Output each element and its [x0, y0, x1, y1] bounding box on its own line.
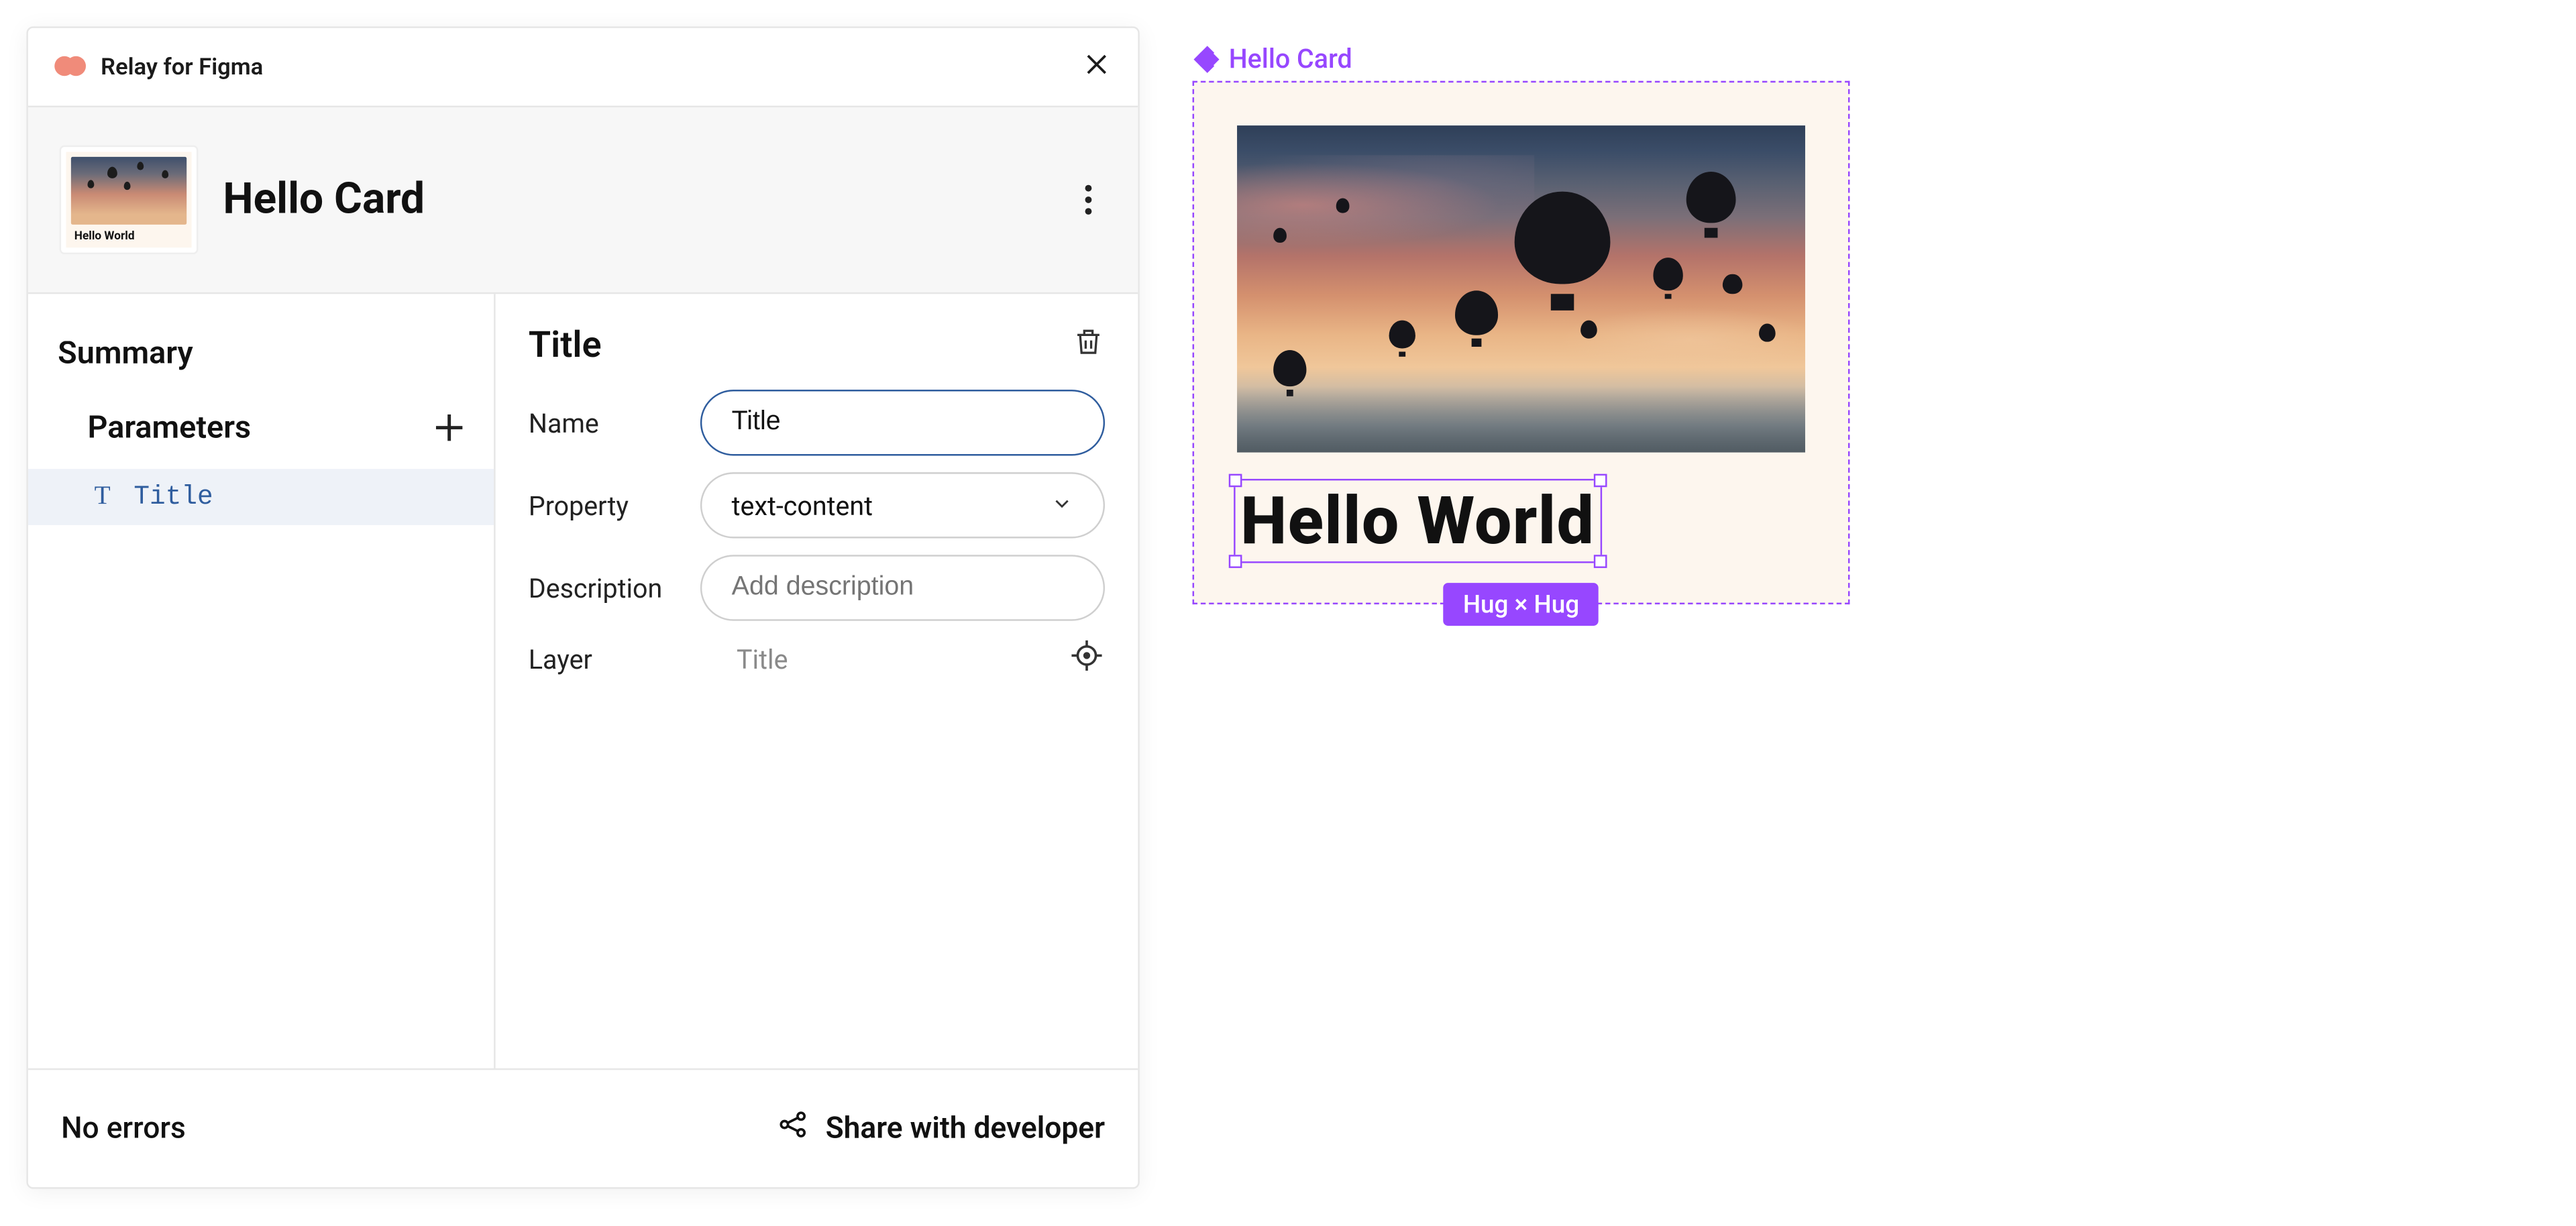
- property-label: Property: [529, 490, 681, 521]
- property-value: text-content: [732, 490, 873, 521]
- description-label: Description: [529, 572, 681, 604]
- description-input[interactable]: [700, 555, 1105, 620]
- chevron-down-icon: [1051, 490, 1073, 521]
- card-title-text: Hello World: [1237, 482, 1598, 560]
- frame-label[interactable]: Hello Card: [1193, 43, 1850, 74]
- relay-logo-icon: [54, 55, 87, 78]
- text-parameter-icon: T: [91, 482, 113, 512]
- component-header: Hello World Hello Card: [28, 107, 1138, 294]
- share-with-developer-button[interactable]: Share with developer: [776, 1108, 1105, 1150]
- name-label: Name: [529, 407, 681, 439]
- component-icon: [1195, 47, 1218, 70]
- hello-card-frame[interactable]: Hello World Hug × Hug: [1193, 81, 1850, 604]
- layer-value: Title: [700, 643, 1049, 675]
- property-select[interactable]: text-content: [700, 472, 1105, 538]
- locate-layer-icon[interactable]: [1069, 637, 1105, 680]
- relay-plugin-panel: Relay for Figma Hello World Hello Card S…: [26, 26, 1139, 1188]
- figma-canvas: Hello Card Hello World: [1193, 43, 1850, 604]
- parameter-detail: Title Name Property text-content: [496, 294, 1138, 1068]
- name-input[interactable]: [700, 390, 1105, 455]
- sidebar-section-summary[interactable]: Summary: [28, 321, 494, 385]
- delete-icon[interactable]: [1072, 324, 1105, 367]
- hero-image: [1237, 125, 1805, 452]
- share-icon: [776, 1108, 809, 1150]
- frame-label-text: Hello Card: [1229, 43, 1352, 74]
- component-thumbnail: Hello World: [61, 147, 197, 253]
- plugin-titlebar: Relay for Figma: [28, 28, 1138, 107]
- share-label: Share with developer: [826, 1111, 1105, 1146]
- component-name: Hello Card: [223, 175, 1045, 225]
- sidebar-item-title[interactable]: T Title: [28, 469, 494, 525]
- title-text-node[interactable]: Hello World: [1237, 482, 1598, 560]
- sidebar-section-parameters[interactable]: Parameters: [58, 394, 280, 459]
- more-menu-icon[interactable]: [1072, 172, 1105, 228]
- sidebar-item-label: Title: [133, 482, 213, 512]
- resize-mode-badge: Hug × Hug: [1443, 583, 1599, 626]
- thumbnail-caption: Hello World: [71, 229, 186, 243]
- close-icon[interactable]: [1082, 49, 1112, 85]
- sidebar: Summary Parameters T Title: [28, 294, 496, 1068]
- panel-footer: No errors Share with developer: [28, 1068, 1138, 1187]
- plugin-brand: Relay for Figma: [101, 54, 263, 80]
- layer-label: Layer: [529, 643, 681, 675]
- add-parameter-icon[interactable]: [435, 412, 464, 441]
- status-text: No errors: [61, 1111, 186, 1146]
- detail-heading: Title: [529, 325, 602, 366]
